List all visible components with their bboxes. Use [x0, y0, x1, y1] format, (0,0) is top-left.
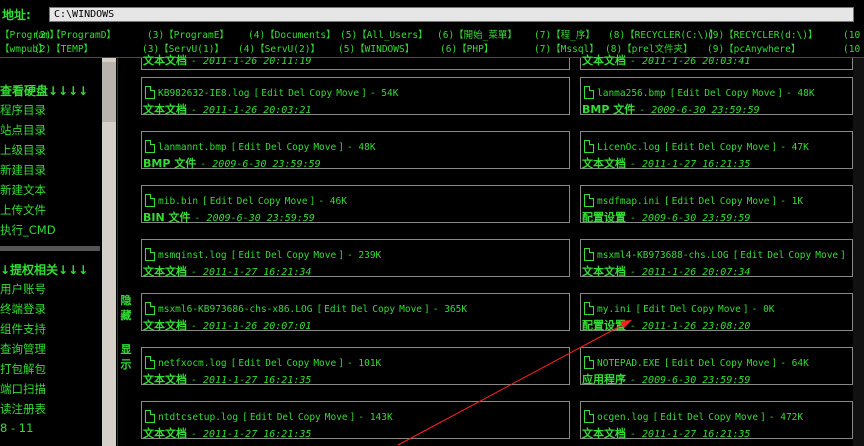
arrow-line	[397, 321, 629, 446]
arrow-head	[620, 320, 632, 328]
annotation-arrow	[397, 320, 632, 446]
